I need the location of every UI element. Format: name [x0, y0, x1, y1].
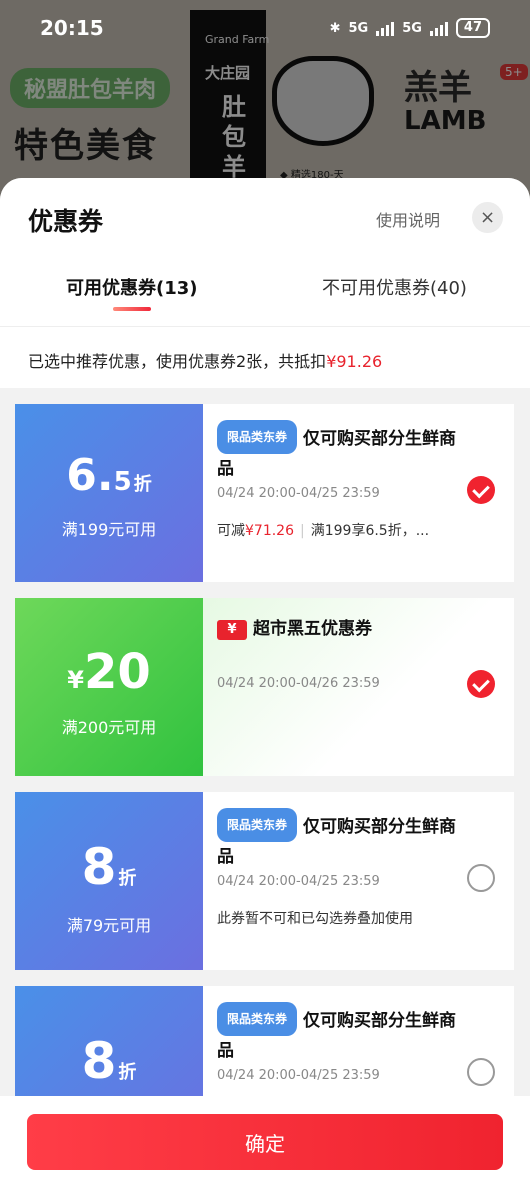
coupon-date: 04/24 20:00-04/26 23:59: [217, 676, 380, 691]
coupon-card[interactable]: ¥20 满200元可用 ¥ 超市黑五优惠券 04/24 20:00-04/26 2…: [15, 598, 514, 776]
coupon-title: 限品类东券 仅可购买部分生鲜商品: [217, 420, 467, 484]
coupon-value-unit: 折: [118, 868, 137, 889]
coupon-amount: ¥20: [15, 644, 203, 700]
note-prefix: 可减: [217, 523, 245, 539]
coupon-checkbox-unchecked[interactable]: [467, 864, 495, 892]
summary-text: 已选中推荐优惠，使用优惠券2张，共抵扣: [28, 352, 327, 371]
coupon-discount: 6.5 折: [15, 450, 203, 501]
coupon-checkbox-unchecked[interactable]: [467, 1058, 495, 1086]
coupon-discount: 8折: [15, 838, 203, 896]
confirm-button[interactable]: 确定: [27, 1114, 503, 1170]
divider: [0, 326, 530, 327]
status-bar: 20:15 ✱ 5G 5G 47: [0, 0, 530, 56]
coupon-title: ¥ 超市黑五优惠券: [217, 614, 467, 644]
coupon-checkbox-checked[interactable]: [467, 670, 495, 698]
coupon-list: 6.5 折 满199元可用 限品类东券 仅可购买部分生鲜商品 04/24 20:00…: [15, 404, 515, 1180]
note-amount: ¥71.26: [245, 523, 294, 539]
note-suffix: 满199享6.5折，...: [310, 523, 430, 539]
sheet-header: 优惠券 使用说明 × 可用优惠券(13) 不可用优惠券(40) 已选中推荐优惠，…: [0, 178, 530, 388]
instructions-link[interactable]: 使用说明: [376, 207, 440, 231]
close-icon: ×: [479, 207, 496, 228]
coupon-title-text: 超市黑五优惠券: [253, 619, 372, 639]
coupon-value-panel: ¥20 满200元可用: [15, 598, 203, 776]
coupon-value-sub: 5: [113, 467, 132, 497]
coupon-date: 04/24 20:00-04/25 23:59: [217, 874, 380, 889]
signal-icon: [376, 20, 395, 36]
coupon-date: 04/24 20:00-04/25 23:59: [217, 1068, 380, 1083]
coupon-tabs: 可用优惠券(13) 不可用优惠券(40): [0, 274, 530, 328]
background-product-page: 秘盟肚包羊肉 特色美食 Grand Farm 大庄园 肚包羊 羔羊 LAMB 5…: [0, 0, 530, 200]
coupon-value-main: 6.: [66, 450, 114, 501]
status-icons: ✱ 5G 5G 47: [330, 18, 490, 38]
coupon-card[interactable]: 6.5 折 满199元可用 限品类东券 仅可购买部分生鲜商品 04/24 20:00…: [15, 404, 514, 582]
selection-summary: 已选中推荐优惠，使用优惠券2张，共抵扣¥91.26: [28, 348, 382, 372]
coupon-value-unit: 折: [133, 474, 152, 495]
battery-icon: 47: [455, 18, 490, 38]
coupon-condition: 满199元可用: [61, 520, 157, 539]
coupon-date: 04/24 20:00-04/25 23:59: [217, 486, 380, 501]
tab-available-coupons[interactable]: 可用优惠券(13): [66, 274, 198, 300]
coupon-condition: 满79元可用: [66, 916, 152, 935]
sheet-title: 优惠券: [28, 207, 104, 236]
bluetooth-icon: ✱: [329, 20, 341, 36]
coupon-card[interactable]: 8折 满79元可用 限品类东券 仅可购买部分生鲜商品 04/24 20:00-04…: [15, 792, 514, 970]
supermarket-coupon-icon: ¥: [217, 620, 247, 640]
coupon-details: ¥ 超市黑五优惠券 04/24 20:00-04/26 23:59: [203, 598, 514, 776]
coupon-discount: 8折: [15, 1032, 203, 1090]
coupon-note: 此券暂不可和已勾选券叠加使用: [217, 911, 413, 927]
coupon-value-panel: 8折 满79元可用: [15, 792, 203, 970]
coupon-title: 限品类东券 仅可购买部分生鲜商品: [217, 808, 467, 872]
close-button[interactable]: ×: [472, 202, 503, 233]
coupon-checkbox-checked[interactable]: [467, 476, 495, 504]
coupon-value-main: 8: [81, 838, 117, 896]
coupon-tag: 限品类东券: [217, 420, 298, 454]
coupon-details: 限品类东券 仅可购买部分生鲜商品 04/24 20:00-04/25 23:59 …: [203, 792, 514, 970]
network-label-1: 5G: [348, 20, 369, 36]
active-tab-indicator: [113, 307, 151, 311]
coupon-currency: ¥: [67, 666, 84, 694]
signal-icon: [429, 20, 448, 36]
coupon-value-unit: 折: [118, 1062, 137, 1083]
coupon-tag: 限品类东券: [217, 1002, 298, 1036]
coupon-note: 可减¥71.26 | 满199享6.5折，...: [217, 520, 429, 540]
summary-amount: ¥91.26: [326, 352, 383, 371]
network-label-2: 5G: [402, 20, 422, 36]
sheet-footer: 确定: [0, 1096, 530, 1188]
coupon-value-main: 8: [81, 1032, 117, 1090]
coupon-tag: 限品类东券: [217, 808, 298, 842]
note-separator: |: [300, 523, 305, 539]
tab-unavailable-coupons[interactable]: 不可用优惠券(40): [322, 274, 467, 300]
status-time: 20:15: [40, 16, 104, 40]
coupon-sheet: 优惠券 使用说明 × 可用优惠券(13) 不可用优惠券(40) 已选中推荐优惠，…: [0, 178, 530, 1188]
coupon-details: 限品类东券 仅可购买部分生鲜商品 04/24 20:00-04/25 23:59 …: [203, 404, 514, 582]
coupon-condition: 满200元可用: [61, 718, 157, 737]
coupon-value-panel: 6.5 折 满199元可用: [15, 404, 203, 582]
coupon-value-main: 20: [83, 644, 151, 700]
coupon-title: 限品类东券 仅可购买部分生鲜商品: [217, 1002, 467, 1066]
